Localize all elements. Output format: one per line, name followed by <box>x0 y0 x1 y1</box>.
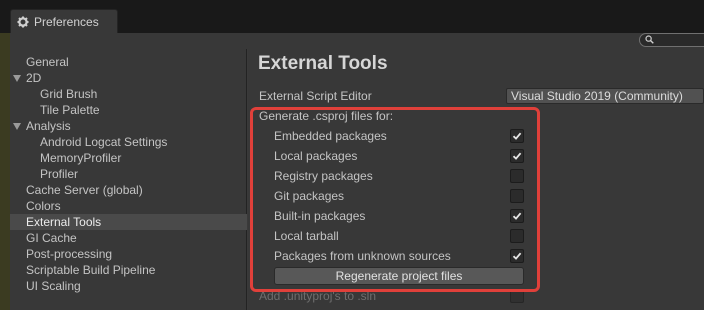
sidebar-item-external-tools[interactable]: External Tools <box>10 214 247 230</box>
sidebar-item-general[interactable]: General <box>26 54 69 70</box>
sidebar-item-ui-scaling[interactable]: UI Scaling <box>26 278 81 294</box>
tab-title: Preferences <box>34 15 99 29</box>
option-label-registry: Registry packages <box>274 169 373 183</box>
search-field[interactable] <box>639 33 704 47</box>
option-label-built-in: Built-in packages <box>274 209 366 223</box>
csproj-header: Generate .csproj files for: <box>259 109 394 123</box>
unityproj-label: Add .unityproj's to .sln <box>259 289 377 303</box>
page-title: External Tools <box>258 53 388 74</box>
script-editor-dropdown[interactable]: Visual Studio 2019 (Community) <box>506 88 704 104</box>
regenerate-project-files-button[interactable]: Regenerate project files <box>274 267 524 285</box>
checkbox-embedded-packages[interactable] <box>510 129 524 143</box>
sidebar-item-colors[interactable]: Colors <box>26 198 61 214</box>
chevron-down-icon[interactable] <box>13 75 21 82</box>
sidebar-item-profiler[interactable]: Profiler <box>40 166 78 182</box>
checkbox-unknown-sources[interactable] <box>510 249 524 263</box>
sidebar-item-memoryprofiler[interactable]: MemoryProfiler <box>40 150 121 166</box>
checkbox-unityproj <box>510 289 524 303</box>
option-label-git: Git packages <box>274 189 345 203</box>
sidebar-item-grid-brush[interactable]: Grid Brush <box>40 86 97 102</box>
checkbox-git-packages[interactable] <box>510 189 524 203</box>
option-label-unknown-sources: Packages from unknown sources <box>274 249 451 263</box>
sidebar-item-gi-cache[interactable]: GI Cache <box>26 230 77 246</box>
option-label-local-tarball: Local tarball <box>274 229 339 243</box>
editor-background-strip <box>0 33 10 310</box>
sidebar-item-scriptable-build-pipeline[interactable]: Scriptable Build Pipeline <box>26 262 155 278</box>
tab-preferences[interactable]: Preferences <box>10 9 118 34</box>
sidebar-item-2d[interactable]: 2D <box>26 70 41 86</box>
preferences-content: External Tools External Script Editor Vi… <box>248 49 704 310</box>
sidebar-item-post-processing[interactable]: Post-processing <box>26 246 112 262</box>
sidebar-item-android-logcat-settings[interactable]: Android Logcat Settings <box>40 134 167 150</box>
sidebar-item-cache-server[interactable]: Cache Server (global) <box>26 182 143 198</box>
chevron-down-icon[interactable] <box>13 123 21 130</box>
script-editor-label: External Script Editor <box>259 89 372 103</box>
preferences-sidebar: General 2D Grid Brush Tile Palette Analy… <box>10 49 247 310</box>
checkbox-local-tarball[interactable] <box>510 229 524 243</box>
toolbar <box>10 33 704 49</box>
sidebar-item-analysis[interactable]: Analysis <box>26 118 71 134</box>
option-label-embedded: Embedded packages <box>274 129 387 143</box>
search-icon <box>645 33 654 47</box>
checkbox-local-packages[interactable] <box>510 149 524 163</box>
checkbox-built-in-packages[interactable] <box>510 209 524 223</box>
option-label-local: Local packages <box>274 149 358 163</box>
gear-icon <box>17 16 29 28</box>
sidebar-item-tile-palette[interactable]: Tile Palette <box>40 102 100 118</box>
checkbox-registry-packages[interactable] <box>510 169 524 183</box>
